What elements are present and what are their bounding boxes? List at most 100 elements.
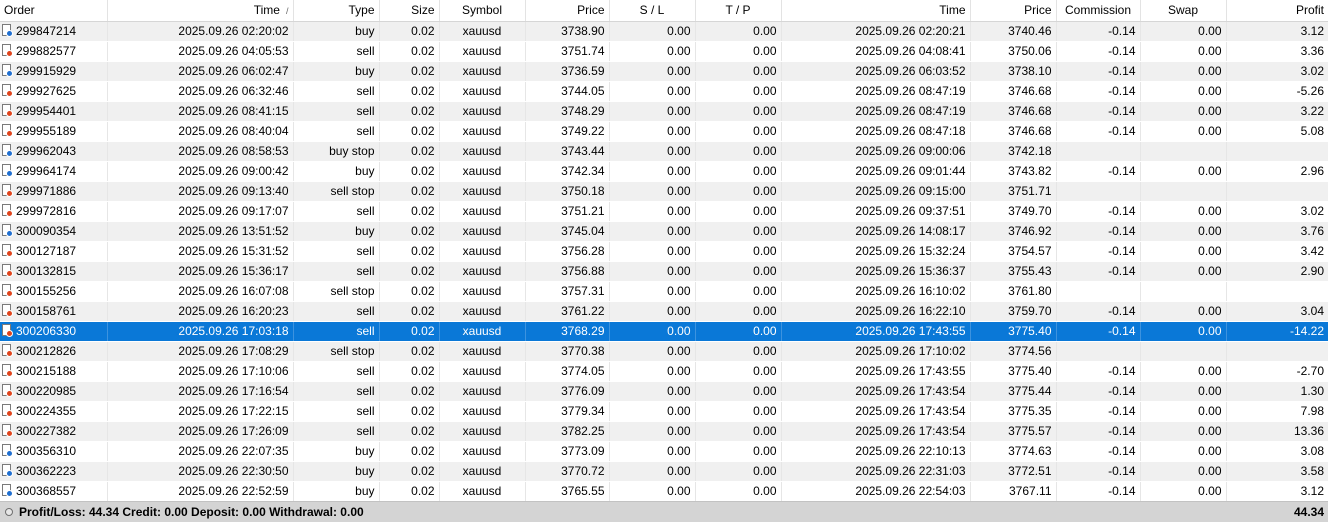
table-row[interactable]: 299964174 2025.09.26 09:00:42 buy 0.02 xauus… xyxy=(0,161,1328,182)
table-row[interactable]: 300368557 2025.09.26 22:52:59 buy 0.02 xauus… xyxy=(0,481,1328,502)
size-cell: 0.02 xyxy=(379,141,440,162)
open-time-cell: 2025.09.26 09:13:40 xyxy=(107,181,294,202)
order-cell: 299915929 xyxy=(0,61,108,82)
sl-cell: 0.00 xyxy=(609,361,696,382)
col-symbol[interactable]: Symbol xyxy=(439,0,526,22)
size-cell: 0.02 xyxy=(379,61,440,82)
close-price-cell: 3750.06 xyxy=(970,41,1057,62)
swap-cell: 0.00 xyxy=(1140,201,1227,222)
table-row[interactable]: 300362223 2025.09.26 22:30:50 buy 0.02 xauus… xyxy=(0,461,1328,482)
commission-cell: -0.14 xyxy=(1056,461,1141,482)
table-row-selected[interactable]: 300206330 2025.09.26 17:03:18 sell 0.02 xauu… xyxy=(0,321,1328,342)
commission-cell: -0.14 xyxy=(1056,241,1141,262)
open-time-cell: 2025.09.26 22:07:35 xyxy=(107,441,294,462)
table-row[interactable]: 299972816 2025.09.26 09:17:07 sell 0.02 xauu… xyxy=(0,201,1328,222)
sell-order-icon xyxy=(2,44,13,58)
open-time-cell: 2025.09.26 06:32:46 xyxy=(107,81,294,102)
symbol-cell: xauusd xyxy=(439,361,526,382)
col-sl[interactable]: S / L xyxy=(609,0,696,22)
table-row[interactable]: 299955189 2025.09.26 08:40:04 sell 0.02 xauu… xyxy=(0,121,1328,142)
size-cell: 0.02 xyxy=(379,281,440,302)
col-tp[interactable]: T / P xyxy=(695,0,782,22)
tp-cell: 0.00 xyxy=(695,261,782,282)
open-price-cell: 3761.22 xyxy=(525,301,610,322)
buy-order-icon xyxy=(2,484,13,498)
commission-cell xyxy=(1056,181,1141,202)
col-size[interactable]: Size xyxy=(379,0,440,22)
tp-cell: 0.00 xyxy=(695,461,782,482)
status-bar: Profit/Loss: 44.34 Credit: 0.00 Deposit:… xyxy=(0,501,1328,522)
order-cell: 300155256 xyxy=(0,281,108,302)
size-cell: 0.02 xyxy=(379,121,440,142)
order-number: 300227382 xyxy=(16,423,77,438)
symbol-cell: xauusd xyxy=(439,461,526,482)
commission-cell: -0.14 xyxy=(1056,121,1141,142)
col-close-price[interactable]: Price xyxy=(970,0,1057,22)
close-price-cell: 3775.40 xyxy=(970,321,1057,342)
col-label: Order xyxy=(4,3,35,18)
col-swap[interactable]: Swap xyxy=(1140,0,1227,22)
open-time-cell: 2025.09.26 16:20:23 xyxy=(107,301,294,322)
col-open-price[interactable]: Price xyxy=(525,0,610,22)
profit-cell: 3.08 xyxy=(1226,441,1328,462)
profit-cell xyxy=(1226,281,1328,302)
close-time-cell: 2025.09.26 09:37:51 xyxy=(781,201,971,222)
table-row[interactable]: 299962043 2025.09.26 08:58:53 buy stop 0.02… xyxy=(0,141,1328,162)
table-row[interactable]: 300356310 2025.09.26 22:07:35 buy 0.02 xauus… xyxy=(0,441,1328,462)
table-row[interactable]: 300227382 2025.09.26 17:26:09 sell 0.02 xauu… xyxy=(0,421,1328,442)
table-row[interactable]: 300224355 2025.09.26 17:22:15 sell 0.02 xauu… xyxy=(0,401,1328,422)
table-row[interactable]: 299971886 2025.09.26 09:13:40 sell stop 0.0… xyxy=(0,181,1328,202)
sl-cell: 0.00 xyxy=(609,61,696,82)
col-label: Swap xyxy=(1167,3,1199,18)
col-commission[interactable]: Commission xyxy=(1056,0,1141,22)
order-number: 300368557 xyxy=(16,483,77,498)
size-cell: 0.02 xyxy=(379,461,440,482)
order-cell: 300132815 xyxy=(0,261,108,282)
table-row[interactable]: 299915929 2025.09.26 06:02:47 buy 0.02 xauus… xyxy=(0,61,1328,82)
col-profit[interactable]: Profit xyxy=(1226,0,1328,22)
col-label: Price xyxy=(577,3,605,18)
swap-cell: 0.00 xyxy=(1140,361,1227,382)
table-row[interactable]: 299847214 2025.09.26 02:20:02 buy 0.02 xauus… xyxy=(0,21,1328,42)
close-time-cell: 2025.09.26 17:43:54 xyxy=(781,421,971,442)
sl-cell: 0.00 xyxy=(609,181,696,202)
commission-cell: -0.14 xyxy=(1056,221,1141,242)
symbol-cell: xauusd xyxy=(439,121,526,142)
commission-cell xyxy=(1056,281,1141,302)
swap-cell: 0.00 xyxy=(1140,441,1227,462)
col-open-time[interactable]: Time / xyxy=(107,0,294,22)
col-order[interactable]: Order xyxy=(0,0,108,22)
size-cell: 0.02 xyxy=(379,481,440,502)
table-row[interactable]: 300158761 2025.09.26 16:20:23 sell 0.02 xauu… xyxy=(0,301,1328,322)
profit-cell: 3.02 xyxy=(1226,201,1328,222)
buy-order-icon xyxy=(2,464,13,478)
commission-cell xyxy=(1056,141,1141,162)
table-row[interactable]: 300090354 2025.09.26 13:51:52 buy 0.02 xauus… xyxy=(0,221,1328,242)
col-label: Time xyxy=(253,3,280,18)
open-time-cell: 2025.09.26 17:26:09 xyxy=(107,421,294,442)
table-row[interactable]: 299927625 2025.09.26 06:32:46 sell 0.02 xauu… xyxy=(0,81,1328,102)
close-price-cell: 3774.63 xyxy=(970,441,1057,462)
tp-cell: 0.00 xyxy=(695,281,782,302)
sell-order-icon xyxy=(2,244,13,258)
close-price-cell: 3755.43 xyxy=(970,261,1057,282)
table-row[interactable]: 300220985 2025.09.26 17:16:54 sell 0.02 xauu… xyxy=(0,381,1328,402)
table-row[interactable]: 299954401 2025.09.26 08:41:15 sell 0.02 xauu… xyxy=(0,101,1328,122)
order-cell: 300158761 xyxy=(0,301,108,322)
table-row[interactable]: 300215188 2025.09.26 17:10:06 sell 0.02 xauu… xyxy=(0,361,1328,382)
col-close-time[interactable]: Time xyxy=(781,0,971,22)
table-row[interactable]: 300132815 2025.09.26 15:36:17 sell 0.02 xauu… xyxy=(0,261,1328,282)
sell-order-icon xyxy=(2,84,13,98)
profit-cell: 7.98 xyxy=(1226,401,1328,422)
table-row[interactable]: 300127187 2025.09.26 15:31:52 sell 0.02 xauu… xyxy=(0,241,1328,262)
sl-cell: 0.00 xyxy=(609,141,696,162)
col-type[interactable]: Type xyxy=(293,0,380,22)
table-row[interactable]: 299882577 2025.09.26 04:05:53 sell 0.02 xauu… xyxy=(0,41,1328,62)
profit-cell: 3.22 xyxy=(1226,101,1328,122)
table-row[interactable]: 300212826 2025.09.26 17:08:29 sell stop 0.0… xyxy=(0,341,1328,362)
close-time-cell: 2025.09.26 14:08:17 xyxy=(781,221,971,242)
commission-cell: -0.14 xyxy=(1056,101,1141,122)
order-cell: 300215188 xyxy=(0,361,108,382)
close-time-cell: 2025.09.26 08:47:19 xyxy=(781,101,971,122)
table-row[interactable]: 300155256 2025.09.26 16:07:08 sell stop 0.0… xyxy=(0,281,1328,302)
